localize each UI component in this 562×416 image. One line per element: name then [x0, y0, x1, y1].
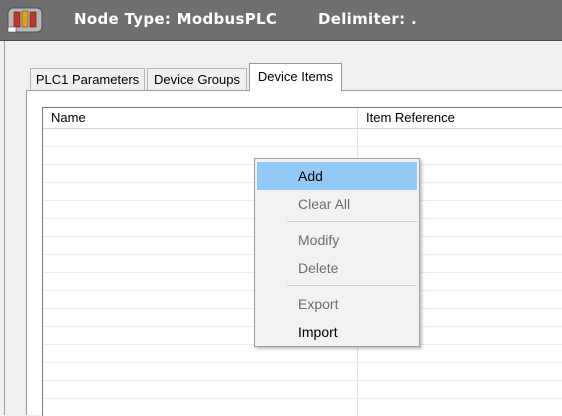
title-bar: Node Type: ModbusPLC Delimiter: . [0, 0, 562, 41]
column-header-item-reference[interactable]: Item Reference [358, 108, 562, 128]
table-row[interactable] [43, 129, 562, 147]
tab-device-items[interactable]: Device Items [249, 63, 342, 91]
table-row[interactable] [43, 381, 562, 399]
table-row[interactable] [43, 363, 562, 381]
menu-item-modify[interactable]: Modify [257, 226, 417, 254]
delimiter-label: Delimiter: . [318, 10, 417, 28]
menu-item-clear-all[interactable]: Clear All [257, 190, 417, 218]
context-menu: Add Clear All Modify Delete Export Impor… [254, 158, 420, 347]
menu-item-export[interactable]: Export [257, 290, 417, 318]
device-node-icon [6, 5, 46, 35]
menu-item-add[interactable]: Add [257, 162, 417, 190]
list-header: Name Item Reference [43, 108, 562, 129]
frame-edge [4, 41, 5, 415]
menu-item-import[interactable]: Import [257, 318, 417, 346]
menu-separator [287, 221, 417, 222]
tab-plc1-parameters[interactable]: PLC1 Parameters [30, 68, 145, 90]
table-row[interactable] [43, 345, 562, 363]
node-type-label: Node Type: ModbusPLC [74, 10, 278, 28]
menu-separator [287, 285, 417, 286]
menu-item-delete[interactable]: Delete [257, 254, 417, 282]
table-row[interactable] [43, 399, 562, 416]
column-header-name[interactable]: Name [43, 108, 357, 128]
tab-device-groups[interactable]: Device Groups [147, 68, 247, 90]
